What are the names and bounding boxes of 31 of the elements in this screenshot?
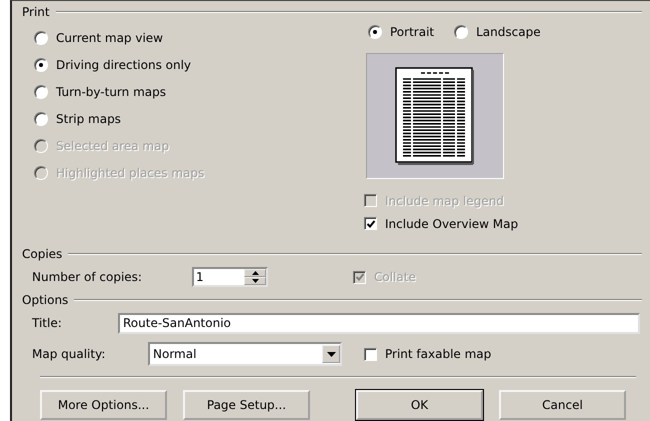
- field-label: Title:: [32, 316, 63, 330]
- radio-button[interactable]: [34, 58, 48, 72]
- title-field[interactable]: Route-SanAntonio: [118, 312, 640, 334]
- checkbox[interactable]: [364, 217, 377, 230]
- section-label: Print: [22, 5, 51, 19]
- quality-dropdown[interactable]: Normal: [148, 342, 342, 366]
- radio-option[interactable]: Current map view: [34, 28, 364, 47]
- section-label: Options: [22, 293, 70, 307]
- radio-button[interactable]: [34, 112, 48, 126]
- checkbox[interactable]: [364, 348, 377, 360]
- radio-option[interactable]: Portrait: [368, 22, 434, 41]
- radio-button[interactable]: [454, 24, 468, 38]
- radio-button[interactable]: [34, 84, 48, 98]
- dialog-button[interactable]: Cancel: [499, 390, 626, 420]
- radio-button[interactable]: [368, 24, 382, 38]
- checkbox-option[interactable]: Include Overview Map: [364, 214, 642, 233]
- field-label: Map quality:: [32, 347, 106, 361]
- dialog-button[interactable]: Page Setup...: [183, 390, 310, 420]
- radio-option[interactable]: Strip maps: [34, 109, 364, 128]
- radio-option[interactable]: Landscape: [454, 22, 541, 41]
- radio-option[interactable]: Driving directions only: [34, 55, 364, 74]
- spin-arrows-icon[interactable]: [244, 269, 266, 285]
- radio-option[interactable]: Turn-by-turn maps: [34, 82, 364, 101]
- section-label: Copies: [22, 247, 64, 261]
- checkbox-option[interactable]: Print faxable map: [364, 344, 492, 364]
- radio-button[interactable]: [34, 30, 48, 44]
- dialog-button[interactable]: More Options...: [40, 390, 167, 420]
- page-icon: [395, 67, 475, 165]
- copies-spinbox[interactable]: 1: [192, 267, 268, 287]
- ok-button[interactable]: OK: [356, 390, 483, 420]
- field-label: Number of copies:: [32, 270, 143, 284]
